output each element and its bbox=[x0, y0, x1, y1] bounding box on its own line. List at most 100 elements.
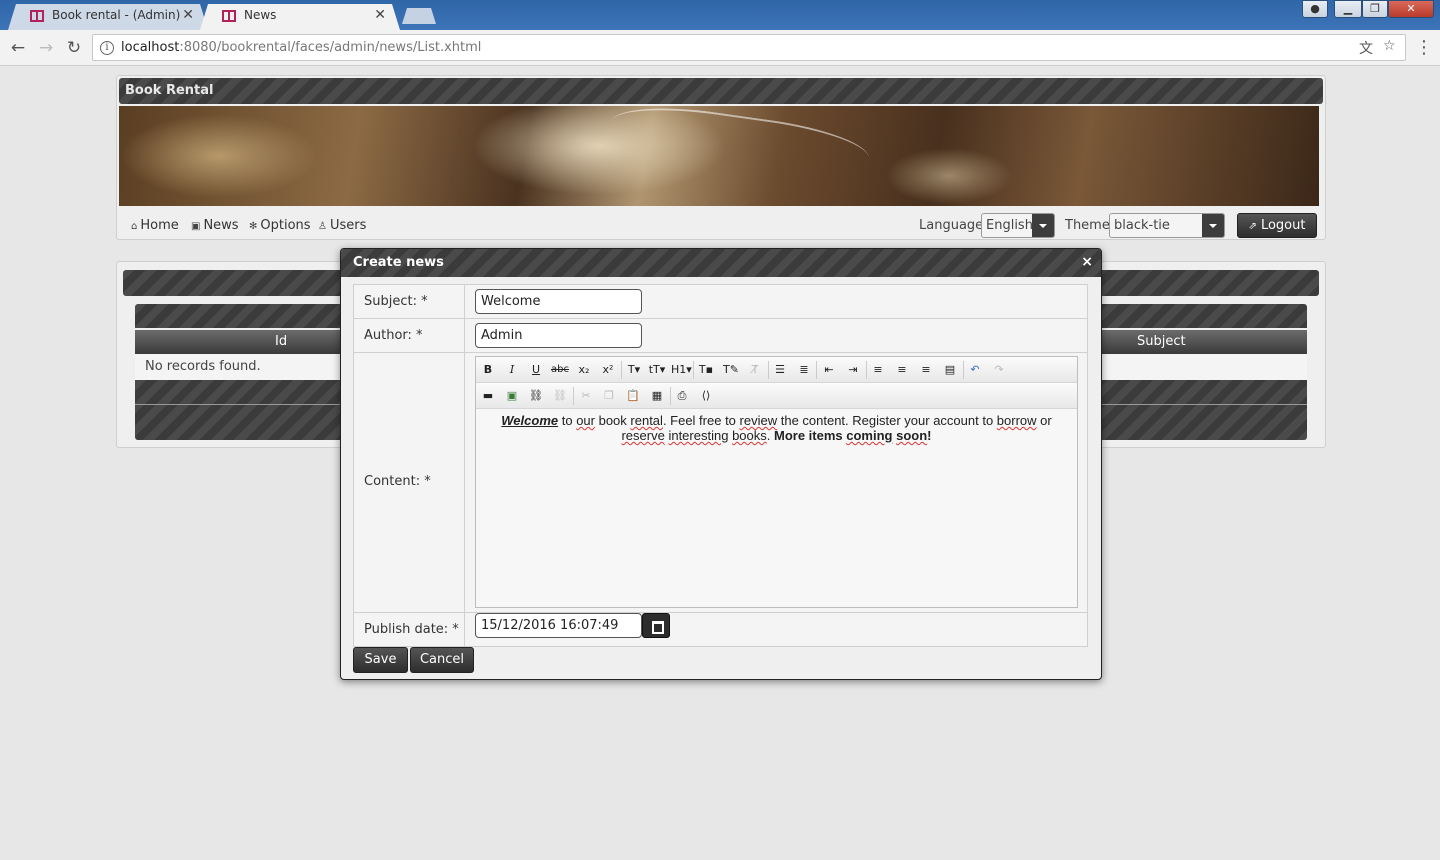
cancel-button[interactable]: Cancel bbox=[410, 647, 474, 673]
banner-image bbox=[119, 106, 1319, 206]
publish-date-input[interactable]: 15/12/2016 16:07:49 bbox=[475, 613, 642, 638]
close-window-icon[interactable]: ✕ bbox=[1388, 0, 1434, 18]
editor-toolbar-row-2: ▬ ▣ ⛓ ⛓ ✂ ❐ 📋 ▦ ⎙ ⟨⟩ bbox=[476, 383, 1077, 409]
user-icon: ♙ bbox=[318, 221, 327, 232]
bullet-list-icon[interactable]: ☰ bbox=[770, 361, 790, 379]
publish-date-row: Publish date: * bbox=[354, 613, 1087, 647]
justify-icon[interactable]: ▤ bbox=[940, 361, 960, 379]
app-title-bar: Book Rental bbox=[119, 78, 1323, 104]
subject-label: Subject: * bbox=[364, 294, 428, 309]
external-link-icon: ⇗ bbox=[1248, 221, 1257, 232]
align-left-icon[interactable]: ≡ bbox=[868, 361, 888, 379]
info-icon[interactable]: i bbox=[100, 41, 114, 55]
restore-window-icon[interactable]: ❐ bbox=[1362, 0, 1388, 18]
align-right-icon[interactable]: ≡ bbox=[916, 361, 936, 379]
tab-title: News bbox=[244, 8, 277, 22]
author-label: Author: * bbox=[364, 328, 423, 343]
app-title: Book Rental bbox=[125, 83, 214, 98]
save-button[interactable]: Save bbox=[353, 647, 408, 673]
heading-icon[interactable]: H1▾ bbox=[671, 361, 692, 379]
menu-item-home[interactable]: ⌂ Home bbox=[131, 218, 179, 233]
editor-content-area[interactable]: Welcome to our book rental. Feel free to… bbox=[476, 409, 1077, 607]
home-icon: ⌂ bbox=[131, 221, 138, 232]
align-center-icon[interactable]: ≡ bbox=[892, 361, 912, 379]
indent-icon[interactable]: ⇥ bbox=[843, 361, 863, 379]
subject-input[interactable]: Welcome bbox=[475, 289, 642, 314]
menu-item-options[interactable]: ✻ Options bbox=[249, 218, 311, 233]
close-tab-icon[interactable]: ✕ bbox=[182, 4, 194, 26]
back-arrow-icon[interactable]: ← bbox=[6, 36, 30, 60]
address-bar[interactable]: i localhost:8080/bookrental/faces/admin/… bbox=[92, 34, 1406, 61]
content-label: Content: * bbox=[364, 474, 431, 489]
new-tab-button[interactable] bbox=[402, 8, 436, 24]
text-color-icon[interactable]: T▪ bbox=[696, 361, 716, 379]
reload-icon[interactable]: ↻ bbox=[62, 36, 86, 60]
print-icon[interactable]: ⎙ bbox=[672, 387, 692, 405]
main-menubar: ⌂ Home ▣ News ✻ Options ♙ Users Language Eng… bbox=[119, 210, 1323, 240]
browser-tab-active[interactable]: News ✕ bbox=[200, 4, 400, 30]
paste-icon[interactable]: 📋 bbox=[623, 387, 643, 405]
superscript-icon[interactable]: x² bbox=[598, 361, 618, 379]
calendar-icon[interactable] bbox=[642, 613, 670, 638]
numbered-list-icon[interactable]: ≣ bbox=[794, 361, 814, 379]
paste-text-icon[interactable]: ▦ bbox=[647, 387, 667, 405]
browser-tab[interactable]: Book rental - (Admin) ✕ bbox=[8, 4, 208, 30]
address-url[interactable]: localhost:8080/bookrental/faces/admin/ne… bbox=[121, 35, 481, 60]
chevron-down-icon[interactable] bbox=[1032, 214, 1054, 237]
underline-icon[interactable]: U bbox=[526, 361, 546, 379]
minimize-window-icon[interactable]: ▁ bbox=[1334, 0, 1362, 18]
forward-arrow-icon[interactable]: → bbox=[34, 36, 58, 60]
horizontal-rule-icon[interactable]: ▬ bbox=[478, 387, 498, 405]
star-icon[interactable]: ☆ bbox=[1383, 38, 1396, 54]
book-favicon-icon bbox=[222, 10, 236, 22]
create-news-dialog: Create news × Subject: * Welcome Author:… bbox=[340, 248, 1102, 680]
column-header-id[interactable]: Id bbox=[275, 330, 287, 354]
close-tab-icon[interactable]: ✕ bbox=[374, 4, 386, 26]
gear-icon: ✻ bbox=[249, 221, 258, 232]
undo-icon[interactable]: ↶ bbox=[965, 361, 985, 379]
menu-item-users[interactable]: ♙ Users bbox=[318, 218, 366, 233]
redo-icon[interactable]: ↷ bbox=[989, 361, 1009, 379]
content-editor: B I U abc x₂ x² T▾ tT▾ H1▾ T▪ T✎ T̸ ☰ ≣ … bbox=[475, 356, 1078, 608]
italic-icon[interactable]: I bbox=[502, 361, 522, 379]
publish-date-label: Publish date: * bbox=[364, 622, 459, 637]
editor-toolbar-row-1: B I U abc x₂ x² T▾ tT▾ H1▾ T▪ T✎ T̸ ☰ ≣ … bbox=[476, 357, 1077, 383]
column-header-subject[interactable]: Subject bbox=[1137, 330, 1186, 354]
outdent-icon[interactable]: ⇤ bbox=[819, 361, 839, 379]
chevron-down-icon[interactable] bbox=[1202, 214, 1224, 237]
dialog-title: Create news bbox=[353, 255, 444, 270]
dialog-title-bar: Create news × bbox=[341, 249, 1101, 277]
browser-toolbar: ← → ↻ i localhost:8080/bookrental/faces/… bbox=[0, 30, 1440, 66]
language-label: Language bbox=[919, 218, 984, 233]
theme-label: Theme bbox=[1065, 218, 1110, 233]
book-favicon-icon bbox=[30, 10, 44, 22]
source-code-icon[interactable]: ⟨⟩ bbox=[696, 387, 716, 405]
kebab-menu-icon[interactable]: ⋮ bbox=[1415, 36, 1433, 60]
browser-tab-strip: Book rental - (Admin) ✕ News ✕ ● ▁ ❐ ✕ bbox=[0, 0, 1440, 30]
theme-select[interactable]: black-tie bbox=[1109, 213, 1225, 238]
logout-button[interactable]: ⇗ Logout bbox=[1237, 213, 1317, 238]
font-size-icon[interactable]: tT▾ bbox=[647, 361, 667, 379]
news-icon: ▣ bbox=[191, 221, 201, 232]
language-select[interactable]: English bbox=[981, 213, 1055, 238]
copy-icon[interactable]: ❐ bbox=[599, 387, 619, 405]
author-row: Author: * Admin bbox=[354, 319, 1087, 353]
translate-icon[interactable]: 文 bbox=[1359, 38, 1373, 58]
bold-icon[interactable]: B bbox=[478, 361, 498, 379]
tab-title: Book rental - (Admin) bbox=[52, 8, 181, 22]
subscript-icon[interactable]: x₂ bbox=[574, 361, 594, 379]
highlight-icon[interactable]: T✎ bbox=[721, 361, 741, 379]
layout-panel: Book Rental ⌂ Home ▣ News ✻ Options ♙ Users … bbox=[116, 75, 1326, 240]
author-input[interactable]: Admin bbox=[475, 323, 642, 348]
cut-icon[interactable]: ✂ bbox=[576, 387, 596, 405]
subject-row: Subject: * Welcome bbox=[354, 285, 1087, 319]
unlink-icon[interactable]: ⛓ bbox=[550, 387, 570, 405]
profile-icon[interactable]: ● bbox=[1302, 0, 1328, 18]
menu-item-news[interactable]: ▣ News bbox=[191, 218, 239, 233]
clear-format-icon[interactable]: T̸ bbox=[745, 361, 765, 379]
close-icon[interactable]: × bbox=[1081, 253, 1093, 271]
strikethrough-icon[interactable]: abc bbox=[550, 361, 570, 379]
font-family-icon[interactable]: T▾ bbox=[624, 361, 644, 379]
image-icon[interactable]: ▣ bbox=[502, 387, 522, 405]
link-icon[interactable]: ⛓ bbox=[526, 387, 546, 405]
